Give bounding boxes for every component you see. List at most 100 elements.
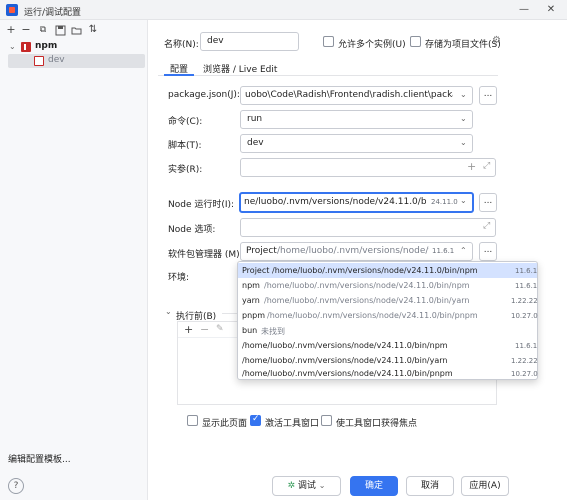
arguments-label: 实参(R): [168, 165, 203, 175]
node-runtime-value: ne/luobo/.nvm/versions/node/v24.11.0/bin… [244, 197, 426, 207]
remove-task-icon[interactable]: − [200, 323, 209, 336]
option-version: 10.27.0 [511, 312, 538, 320]
browse-package-manager-button[interactable]: ... [479, 242, 497, 261]
option-path: /home/luobo/.nvm/versions/node/v24.11.0/… [272, 266, 478, 275]
package-manager-name: Project [246, 246, 277, 256]
name-label: 名称(N): [164, 40, 199, 50]
package-manager-version: 11.6.1 [432, 247, 455, 255]
option-name: /home/luobo/.nvm/versions/node/v24.11.0/… [242, 369, 453, 378]
option-version: 10.27.0 [511, 370, 538, 378]
option-version: 1.22.22 [511, 297, 538, 305]
option-version: 1.22.22 [511, 357, 538, 365]
remove-config-icon[interactable]: − [19, 23, 33, 37]
tree-group-label: npm [35, 41, 58, 51]
option-name: pnpm [242, 311, 266, 320]
ok-button[interactable]: 确定 [350, 476, 398, 496]
name-input-value: dev [207, 36, 224, 46]
tab-browser-live-edit[interactable]: 浏览器 / Live Edit [203, 62, 277, 75]
tree-group-npm[interactable]: ⌄ npm [0, 40, 147, 54]
package-manager-path: /home/luobo/.nvm/versions/node/v24.1 [277, 246, 429, 256]
chevron-down-icon[interactable]: ⌄ [460, 114, 467, 123]
chevron-down-icon[interactable]: ⌄ [460, 196, 467, 205]
option-name: bun [242, 326, 258, 335]
gear-icon[interactable]: ⚙ [492, 35, 501, 46]
tab-configuration[interactable]: 配置 [164, 62, 194, 76]
activate-tool-window-label: 激活工具窗口 [265, 419, 320, 429]
package-json-value: uobo\Code\Radish\Frontend\radish.client\… [245, 90, 453, 100]
add-task-icon[interactable]: + [184, 323, 193, 336]
dropdown-option[interactable]: bun 未找到 [238, 323, 537, 338]
divider [222, 313, 238, 314]
dropdown-option[interactable]: Project /home/luobo/.nvm/versions/node/v… [238, 263, 537, 278]
browse-package-json-button[interactable]: ... [479, 86, 497, 105]
name-input[interactable]: dev [200, 32, 299, 51]
node-options-label: Node 选项: [168, 225, 216, 235]
option-path: /home/luobo/.nvm/versions/node/v24.11.0/… [264, 296, 470, 305]
edit-templates-link[interactable]: 编辑配置模板... [8, 452, 71, 465]
expand-icon[interactable]: ⤢ [483, 161, 490, 171]
sort-icon[interactable]: ⇅ [86, 23, 100, 37]
allow-multiple-label: 允许多个实例(U) [338, 40, 406, 50]
debug-button[interactable]: ✲ 调试 ⌄ [272, 476, 341, 496]
npm-icon [21, 42, 31, 52]
dropdown-option[interactable]: yarn /home/luobo/.nvm/versions/node/v24.… [238, 293, 538, 308]
option-name: npm [242, 281, 260, 290]
node-runtime-label: Node 运行时(I): [168, 200, 235, 210]
scripts-label: 脚本(T): [168, 141, 202, 151]
add-config-icon[interactable]: + [4, 23, 18, 37]
command-select[interactable]: run ⌄ [240, 110, 473, 129]
command-value: run [247, 114, 263, 124]
package-manager-label: 软件包管理器 (M): [168, 250, 243, 260]
package-manager-dropdown: Project /home/luobo/.nvm/versions/node/v… [237, 261, 538, 380]
expand-icon[interactable]: ⤢ [483, 221, 490, 231]
apply-button[interactable]: 应用(A) [461, 476, 509, 496]
chevron-down-icon[interactable]: ⌄ [460, 90, 467, 99]
store-as-file-label: 存储为项目文件(S) [425, 40, 501, 50]
chevron-up-icon[interactable]: ⌃ [460, 246, 467, 255]
folder-icon[interactable] [69, 23, 83, 37]
save-config-icon[interactable] [53, 23, 67, 37]
arguments-input[interactable]: + ⤢ [240, 158, 496, 177]
store-as-file-checkbox[interactable] [410, 36, 421, 47]
chevron-down-icon[interactable]: ⌄ [319, 481, 326, 490]
option-path: /home/luobo/.nvm/versions/node/v24.11.0/… [264, 281, 470, 290]
window-title: 运行/调试配置 [24, 8, 82, 18]
copy-config-icon[interactable]: ⧉ [36, 23, 50, 37]
npm-config-icon [34, 56, 44, 66]
chevron-down-icon[interactable]: ⌄ [9, 42, 16, 51]
show-page-checkbox[interactable] [187, 415, 198, 426]
package-json-label: package.json(J): [168, 90, 240, 100]
scripts-select[interactable]: dev ⌄ [240, 134, 473, 153]
title-bar: 运行/调试配置 — ✕ [0, 0, 567, 20]
option-name: /home/luobo/.nvm/versions/node/v24.11.0/… [242, 341, 448, 350]
node-runtime-version: 24.11.0 [431, 198, 458, 206]
option-name: Project [242, 266, 270, 275]
add-icon[interactable]: + [467, 160, 476, 173]
tree-item-dev[interactable]: dev [8, 54, 145, 68]
show-page-label: 显示此页面 [202, 419, 248, 429]
edit-task-icon[interactable]: ✎ [216, 324, 224, 334]
minimize-button[interactable]: — [513, 2, 535, 18]
chevron-down-icon[interactable]: ⌄ [460, 138, 467, 147]
close-button[interactable]: ✕ [540, 2, 562, 18]
option-name: yarn [242, 296, 260, 305]
dropdown-option[interactable]: pnpm /home/luobo/.nvm/versions/node/v24.… [238, 308, 538, 323]
option-version: 11.6.1 [515, 342, 538, 350]
focus-tool-window-checkbox[interactable] [321, 415, 332, 426]
package-json-input[interactable]: uobo\Code\Radish\Frontend\radish.client\… [240, 86, 473, 105]
node-options-input[interactable]: ⤢ [240, 218, 496, 237]
dropdown-option[interactable]: /home/luobo/.nvm/versions/node/v24.11.0/… [238, 338, 537, 353]
node-runtime-select[interactable]: ne/luobo/.nvm/versions/node/v24.11.0/bin… [239, 192, 474, 213]
help-button[interactable]: ? [8, 478, 24, 494]
activate-tool-window-checkbox[interactable] [250, 414, 261, 426]
chevron-down-icon[interactable]: ⌄ [165, 307, 172, 316]
tree-item-label: dev [48, 55, 65, 65]
app-icon [6, 4, 18, 16]
dropdown-option[interactable]: /home/luobo/.nvm/versions/node/v24.11.0/… [238, 366, 538, 381]
debug-label: 调试 [297, 481, 316, 491]
browse-node-button[interactable]: ... [479, 193, 497, 212]
cancel-button[interactable]: 取消 [406, 476, 454, 496]
package-manager-select[interactable]: Project /home/luobo/.nvm/versions/node/v… [240, 242, 473, 261]
allow-multiple-checkbox[interactable] [323, 36, 334, 47]
dropdown-option[interactable]: npm /home/luobo/.nvm/versions/node/v24.1… [238, 278, 537, 293]
